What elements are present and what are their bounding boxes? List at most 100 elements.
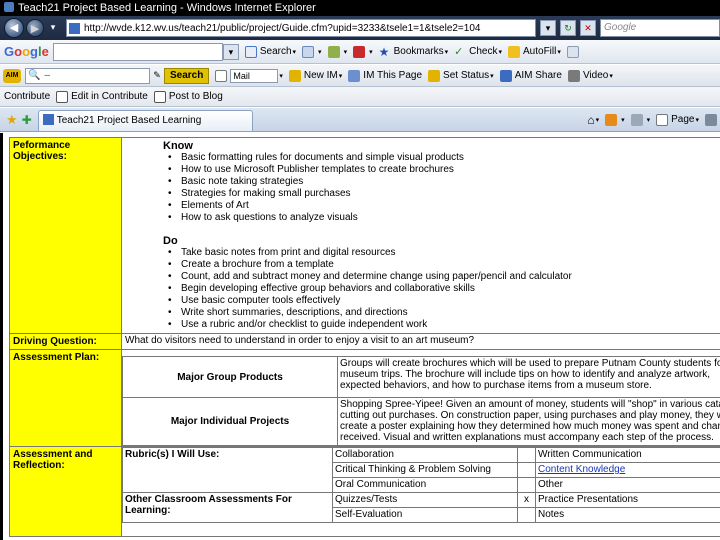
video-button[interactable]: Video ▾ (567, 69, 613, 82)
share-icon (499, 69, 512, 82)
assessment-option[interactable]: Notes (535, 507, 720, 523)
assessment-plan-table: Major Group Products Groups will create … (122, 356, 720, 446)
im-page-icon (348, 69, 361, 82)
blog-icon (153, 90, 166, 103)
home-icon: ⌂ (587, 112, 595, 127)
mail-icon (215, 69, 228, 82)
add-favorite-icon[interactable]: ✚ (22, 113, 32, 127)
list-item: Elements of Art (168, 200, 720, 212)
aim-share-button[interactable]: AIM Share (499, 69, 562, 82)
google-popup-button[interactable]: ▾ (353, 45, 373, 58)
wrench-icon (566, 45, 579, 58)
list-item: Take basic notes from print and digital … (168, 247, 720, 259)
contribute-toolbar: Contribute Edit in Contribute Post to Bl… (0, 87, 720, 107)
post-to-blog-button[interactable]: Post to Blog (153, 90, 223, 103)
stop-icon[interactable]: ✕ (580, 20, 596, 36)
back-button[interactable]: ◀ (4, 18, 24, 38)
individual-projects-label: Major Individual Projects (122, 397, 338, 446)
contribute-button[interactable]: Contribute (4, 91, 50, 102)
list-item: Strategies for making small purchases (168, 188, 720, 200)
print-button[interactable]: ▾ (630, 113, 650, 126)
magnifier-icon: 🔍 (28, 70, 41, 81)
ie-icon (4, 2, 14, 12)
rubric-label: Rubric(s) I Will Use: (122, 447, 333, 493)
star-icon: ★ (378, 44, 390, 59)
list-item: How to use Microsoft Publisher templates… (168, 164, 720, 176)
list-item: Use a rubric and/or checklist to guide i… (168, 319, 720, 331)
tab-teach21[interactable]: Teach21 Project Based Learning (37, 110, 253, 131)
google-g-icon (244, 45, 257, 58)
rubric-check[interactable] (517, 447, 536, 463)
list-item: How to ask questions to analyze visuals (168, 212, 720, 224)
tools-icon (705, 113, 717, 126)
bookmarks-button[interactable]: ★ Bookmarks ▾ (379, 46, 449, 58)
list-item: Begin developing effective group behavio… (168, 283, 720, 295)
history-dropdown-icon[interactable]: ▾ (48, 20, 58, 36)
browser-search-input[interactable]: Google (600, 19, 720, 37)
individual-projects-text: Shopping Spree-Yipee! Given an amount of… (337, 397, 720, 446)
spellcheck-button[interactable]: ✓ Check ▾ (454, 46, 502, 58)
feeds-button[interactable]: ▾ (605, 113, 625, 126)
google-search-button[interactable]: Search ▾ (244, 45, 296, 58)
page-icon (69, 22, 80, 34)
im-this-page-button[interactable]: IM This Page (348, 69, 422, 82)
assessment-option[interactable]: Practice Presentations (535, 492, 720, 508)
home-button[interactable]: ⌂ ▾ (587, 113, 599, 127)
aim-toolbar: AIM 🔍 – ✎ Search Mail ▾ New IM ▾ IM This Pa… (0, 65, 720, 87)
assessment-reflection-label: Assessment and Reflection: (9, 446, 122, 537)
set-status-button[interactable]: Set Status ▾ (428, 69, 494, 82)
assessment-option[interactable]: Self-Evaluation (332, 507, 518, 523)
aim-search-button[interactable]: Search (164, 67, 210, 84)
assessment-plan-label: Assessment Plan: (9, 349, 122, 447)
aim-mail-button[interactable]: Mail ▾ (215, 68, 283, 83)
tools-menu[interactable] (705, 113, 720, 126)
content-knowledge-link[interactable]: Content Knowledge (535, 462, 720, 478)
rubric-check[interactable] (517, 462, 536, 478)
address-dropdown-icon[interactable]: ▾ (540, 20, 556, 36)
rubric-option[interactable]: Oral Communication (332, 477, 518, 493)
address-bar[interactable]: http://wvde.k12.wv.us/teach21/public/pro… (66, 19, 536, 37)
rubric-check[interactable] (517, 477, 536, 493)
window-title: Teach21 Project Based Learning - Windows… (18, 2, 316, 14)
assessment-check[interactable]: x (517, 492, 536, 508)
rubric-option[interactable]: Other (535, 477, 720, 493)
news-icon (302, 45, 315, 58)
do-list: Take basic notes from print and digital … (168, 247, 720, 331)
forward-button[interactable]: ▶ (26, 19, 44, 37)
refresh-icon[interactable]: ↻ (560, 20, 576, 36)
other-assessments-label: Other Classroom Assessments For Learning… (122, 492, 333, 523)
group-products-label: Major Group Products (122, 356, 338, 398)
print-icon (630, 113, 643, 126)
list-item: Basic note taking strategies (168, 176, 720, 188)
know-heading: Know (163, 140, 193, 152)
page-content: Peformance Objectives: Know Basic format… (0, 133, 720, 540)
page-menu[interactable]: Page ▾ (656, 113, 699, 126)
autofill-button[interactable]: AutoFill ▾ (508, 45, 561, 58)
rubric-table: Rubric(s) I Will Use: Collaboration Writ… (122, 447, 720, 523)
google-pagerank-button[interactable]: ▾ (327, 45, 347, 58)
google-search-dropdown-icon[interactable]: ▾ (222, 43, 239, 60)
edit-icon (56, 90, 69, 103)
pagerank-icon (327, 45, 340, 58)
list-item: Create a brochure from a template (168, 259, 720, 271)
edit-in-contribute-button[interactable]: Edit in Contribute (56, 90, 148, 103)
rubric-option[interactable]: Collaboration (332, 447, 518, 463)
new-im-button[interactable]: New IM ▾ (288, 69, 342, 82)
assessment-check[interactable] (517, 507, 536, 523)
assessment-reflection-cell: Rubric(s) I Will Use: Collaboration Writ… (121, 446, 720, 537)
status-icon (428, 69, 441, 82)
driving-question-label: Driving Question: (9, 333, 122, 350)
google-news-button[interactable]: ▾ (302, 45, 322, 58)
list-item: Count, add and subtract money and determ… (168, 271, 720, 283)
aim-logo[interactable]: AIM (3, 68, 21, 83)
aim-search-options-icon[interactable]: ✎ (152, 68, 162, 84)
rubric-option[interactable]: Written Communication (535, 447, 720, 463)
google-settings-button[interactable] (566, 45, 582, 58)
list-item: Write short summaries, descriptions, and… (168, 307, 720, 319)
aim-search-input[interactable]: 🔍 – (25, 67, 150, 84)
google-search-input[interactable] (52, 42, 223, 61)
favorites-star-icon[interactable]: ★ (6, 112, 18, 128)
rubric-option[interactable]: Critical Thinking & Problem Solving (332, 462, 518, 478)
assessment-option[interactable]: Quizzes/Tests (332, 492, 518, 508)
address-url: http://wvde.k12.wv.us/teach21/public/pro… (84, 22, 481, 34)
